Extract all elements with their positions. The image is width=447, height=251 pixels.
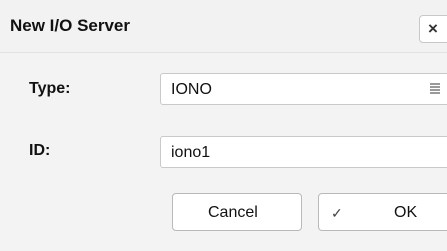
- type-label: Type:: [29, 80, 71, 97]
- new-io-server-dialog: New I/O Server × Type: IONO ID: iono1 Ca…: [0, 0, 447, 251]
- type-select[interactable]: IONO: [160, 73, 447, 105]
- check-icon: ✓: [331, 205, 343, 221]
- dialog-titlebar: New I/O Server ×: [0, 0, 447, 53]
- ok-button-label: OK: [394, 204, 418, 221]
- close-button[interactable]: ×: [419, 15, 447, 43]
- cancel-button-label: Cancel: [208, 204, 258, 221]
- id-input[interactable]: iono1: [160, 136, 447, 168]
- ok-button[interactable]: ✓ OK: [318, 193, 447, 231]
- dialog-body: Type: IONO ID: iono1 Cancel ✓ OK: [0, 53, 447, 251]
- id-value: iono1: [171, 144, 211, 161]
- id-label: ID:: [29, 142, 51, 159]
- type-value: IONO: [171, 81, 212, 98]
- dialog-title: New I/O Server: [10, 16, 131, 35]
- close-icon: ×: [428, 19, 438, 38]
- list-menu-icon: [430, 83, 440, 95]
- cancel-button[interactable]: Cancel: [172, 193, 302, 231]
